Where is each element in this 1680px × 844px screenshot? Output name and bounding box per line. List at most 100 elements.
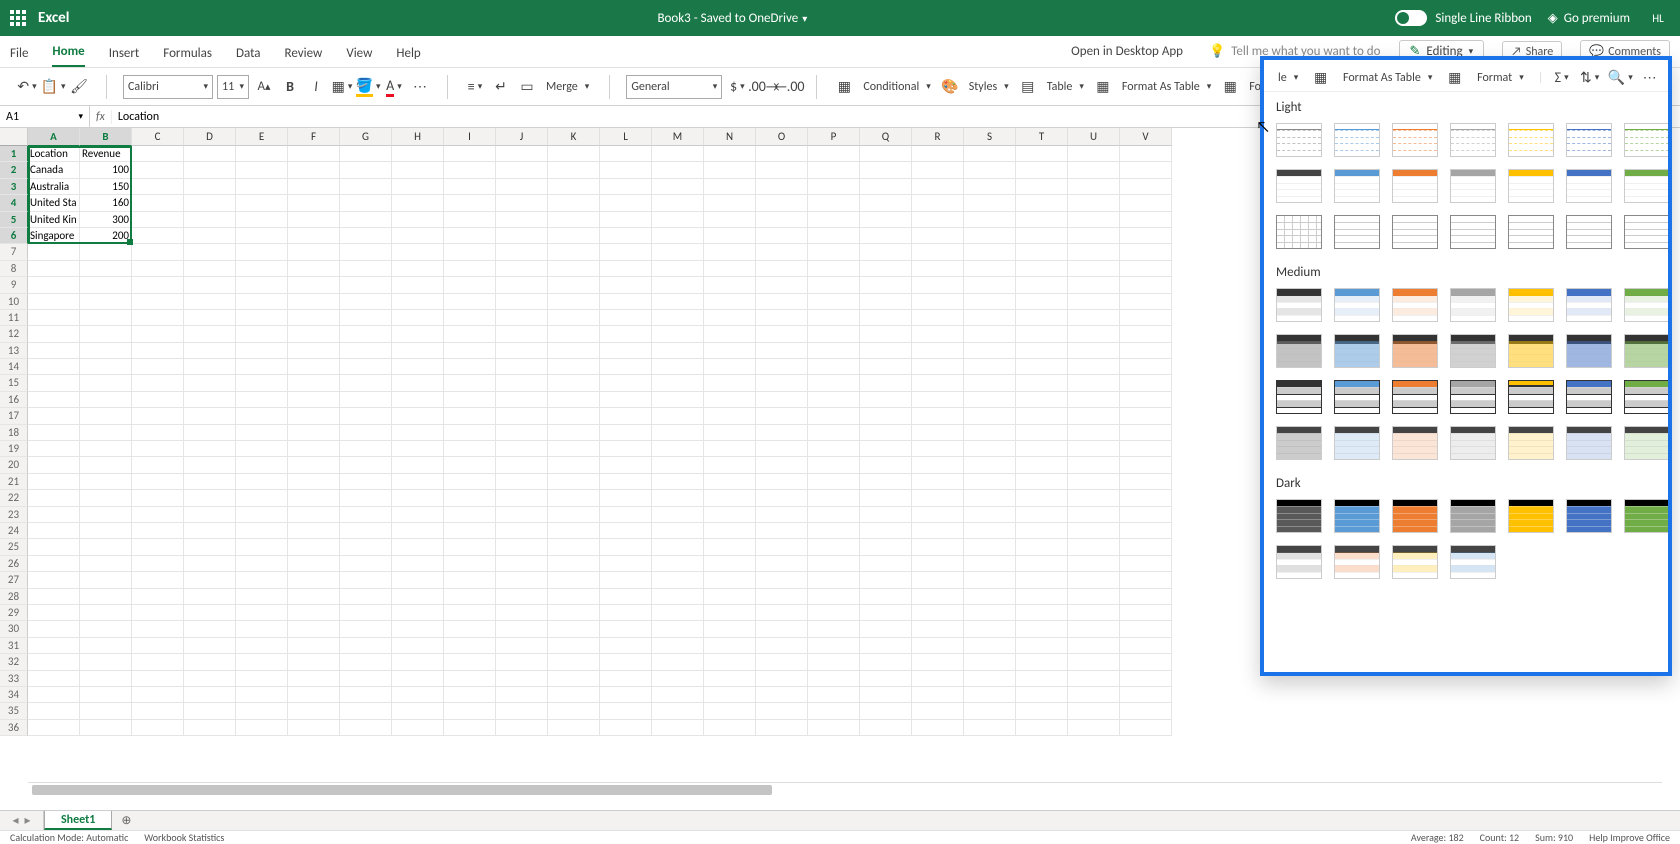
row-header-24[interactable]: 24 [0, 523, 28, 539]
cell-S9[interactable] [964, 277, 1016, 293]
row-header-12[interactable]: 12 [0, 326, 28, 342]
cell-C21[interactable] [132, 474, 184, 490]
cell-G7[interactable] [340, 244, 392, 260]
cell-E19[interactable] [236, 441, 288, 457]
cell-E17[interactable] [236, 408, 288, 424]
cell-K24[interactable] [548, 523, 600, 539]
cell-J10[interactable] [496, 294, 548, 310]
cell-L2[interactable] [600, 162, 652, 178]
cell-T18[interactable] [1016, 425, 1068, 441]
cell-G27[interactable] [340, 572, 392, 588]
cell-T10[interactable] [1016, 294, 1068, 310]
cell-M22[interactable] [652, 490, 704, 506]
cell-M32[interactable] [652, 654, 704, 670]
cell-J32[interactable] [496, 654, 548, 670]
cell-C26[interactable] [132, 556, 184, 572]
cell-S3[interactable] [964, 179, 1016, 195]
cell-C16[interactable] [132, 392, 184, 408]
cell-C34[interactable] [132, 687, 184, 703]
cell-C29[interactable] [132, 605, 184, 621]
cell-E23[interactable] [236, 507, 288, 523]
cell-V14[interactable] [1120, 359, 1172, 375]
number-format-select[interactable]: General▾ [626, 75, 722, 99]
table-style-medium-grid-2[interactable] [1392, 380, 1438, 414]
cell-O15[interactable] [756, 375, 808, 391]
cell-Q32[interactable] [860, 654, 912, 670]
font-size-select[interactable]: 11▾ [217, 75, 249, 99]
cell-N19[interactable] [704, 441, 756, 457]
cell-J8[interactable] [496, 261, 548, 277]
cell-K31[interactable] [548, 638, 600, 654]
cell-J9[interactable] [496, 277, 548, 293]
table-style-medium-pale-3[interactable] [1450, 426, 1496, 460]
cell-M30[interactable] [652, 621, 704, 637]
cell-H4[interactable] [392, 195, 444, 211]
cell-A4[interactable]: United Sta [28, 195, 80, 211]
table-style-medium-6[interactable] [1624, 288, 1668, 322]
cell-Q19[interactable] [860, 441, 912, 457]
cell-D36[interactable] [184, 720, 236, 736]
table-style-dark-2[interactable] [1392, 499, 1438, 533]
cell-F26[interactable] [288, 556, 340, 572]
cell-J27[interactable] [496, 572, 548, 588]
cell-R27[interactable] [912, 572, 964, 588]
cell-Q3[interactable] [860, 179, 912, 195]
cell-L20[interactable] [600, 457, 652, 473]
cell-P21[interactable] [808, 474, 860, 490]
cell-T36[interactable] [1016, 720, 1068, 736]
cell-G35[interactable] [340, 703, 392, 719]
cell-V27[interactable] [1120, 572, 1172, 588]
cell-S16[interactable] [964, 392, 1016, 408]
cell-S22[interactable] [964, 490, 1016, 506]
cell-T11[interactable] [1016, 310, 1068, 326]
cell-J34[interactable] [496, 687, 548, 703]
cell-S4[interactable] [964, 195, 1016, 211]
cell-F17[interactable] [288, 408, 340, 424]
cell-U15[interactable] [1068, 375, 1120, 391]
name-box[interactable]: A1 ▾ [0, 106, 90, 128]
table-style-medium-dark-1[interactable] [1334, 334, 1380, 368]
cell-P10[interactable] [808, 294, 860, 310]
cell-R16[interactable] [912, 392, 964, 408]
cell-D3[interactable] [184, 179, 236, 195]
cell-O25[interactable] [756, 539, 808, 555]
accounting-button[interactable]: $ [726, 76, 748, 98]
cell-I12[interactable] [444, 326, 496, 342]
cell-O17[interactable] [756, 408, 808, 424]
select-all-corner[interactable] [0, 128, 28, 146]
cell-V15[interactable] [1120, 375, 1172, 391]
cell-E26[interactable] [236, 556, 288, 572]
horizontal-scrollbar[interactable] [28, 782, 1662, 796]
cell-K36[interactable] [548, 720, 600, 736]
cell-G22[interactable] [340, 490, 392, 506]
cell-V7[interactable] [1120, 244, 1172, 260]
cell-N29[interactable] [704, 605, 756, 621]
row-header-25[interactable]: 25 [0, 539, 28, 555]
italic-button[interactable]: I [305, 76, 327, 98]
bold-button[interactable]: B [279, 76, 301, 98]
merge-button[interactable]: Merge [542, 78, 593, 96]
cell-B32[interactable] [80, 654, 132, 670]
cell-Q29[interactable] [860, 605, 912, 621]
cell-H8[interactable] [392, 261, 444, 277]
column-header-E[interactable]: E [236, 128, 288, 146]
cell-B4[interactable]: 160 [80, 195, 132, 211]
cell-N5[interactable] [704, 212, 756, 228]
cell-E16[interactable] [236, 392, 288, 408]
cell-R34[interactable] [912, 687, 964, 703]
cell-D16[interactable] [184, 392, 236, 408]
cell-E8[interactable] [236, 261, 288, 277]
cell-U20[interactable] [1068, 457, 1120, 473]
increase-decimal-button[interactable]: .00→ [752, 76, 774, 98]
cell-T16[interactable] [1016, 392, 1068, 408]
cell-O16[interactable] [756, 392, 808, 408]
cell-J28[interactable] [496, 589, 548, 605]
format-painter-button[interactable]: 🖌 [68, 76, 90, 98]
cell-L10[interactable] [600, 294, 652, 310]
cell-I3[interactable] [444, 179, 496, 195]
cell-L16[interactable] [600, 392, 652, 408]
cell-F10[interactable] [288, 294, 340, 310]
cell-A13[interactable] [28, 343, 80, 359]
cell-A28[interactable] [28, 589, 80, 605]
cell-T22[interactable] [1016, 490, 1068, 506]
